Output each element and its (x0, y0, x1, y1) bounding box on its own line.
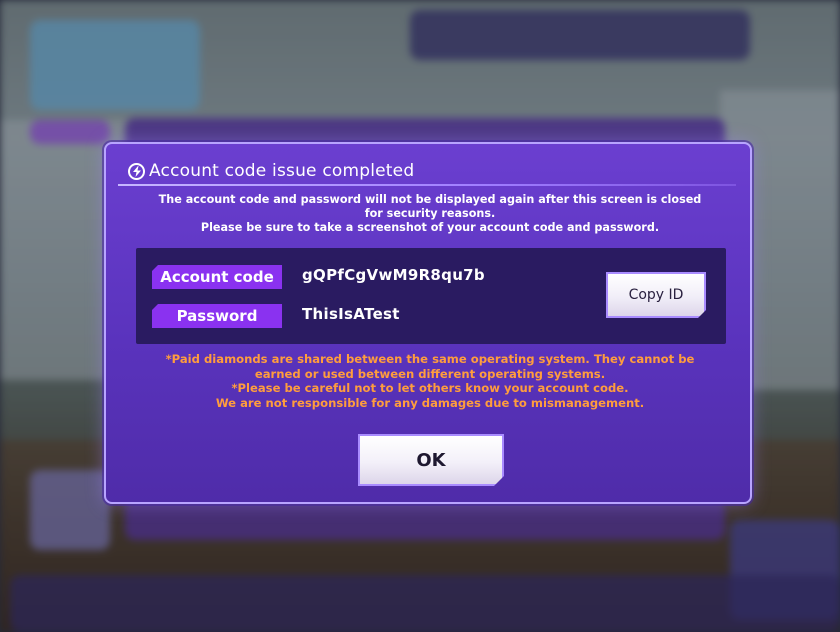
lightning-icon (128, 162, 145, 180)
warning-line: We are not responsible for any damages d… (215, 395, 645, 410)
credentials-panel: Account code gQPfCgVwM9R8qu7b Password T… (136, 248, 726, 344)
notice-line: The account code and password will not b… (158, 193, 702, 206)
security-notice: The account code and password will not b… (126, 193, 734, 235)
copy-id-button[interactable]: Copy ID (606, 272, 706, 318)
password-value: ThisIsATest (302, 305, 400, 323)
warning-notice: *Paid diamonds are shared between the sa… (126, 352, 734, 410)
notice-line: Please be sure to take a screenshot of y… (200, 221, 660, 234)
warning-line: *Paid diamonds are shared between the sa… (165, 352, 695, 366)
warning-line: earned or used between different operati… (254, 366, 606, 381)
ok-button[interactable]: OK (358, 434, 504, 486)
dialog-header: Account code issue completed (128, 158, 414, 184)
notice-line: for security reasons. (364, 207, 496, 220)
dialog-title: Account code issue completed (149, 161, 415, 181)
warning-line: *Please be careful not to let others kno… (231, 381, 629, 395)
password-label: Password (152, 304, 282, 328)
title-divider (118, 184, 736, 186)
account-code-label: Account code (152, 265, 282, 289)
account-code-value: gQPfCgVwM9R8qu7b (302, 266, 485, 284)
account-code-dialog: Account code issue completed The account… (104, 142, 752, 504)
